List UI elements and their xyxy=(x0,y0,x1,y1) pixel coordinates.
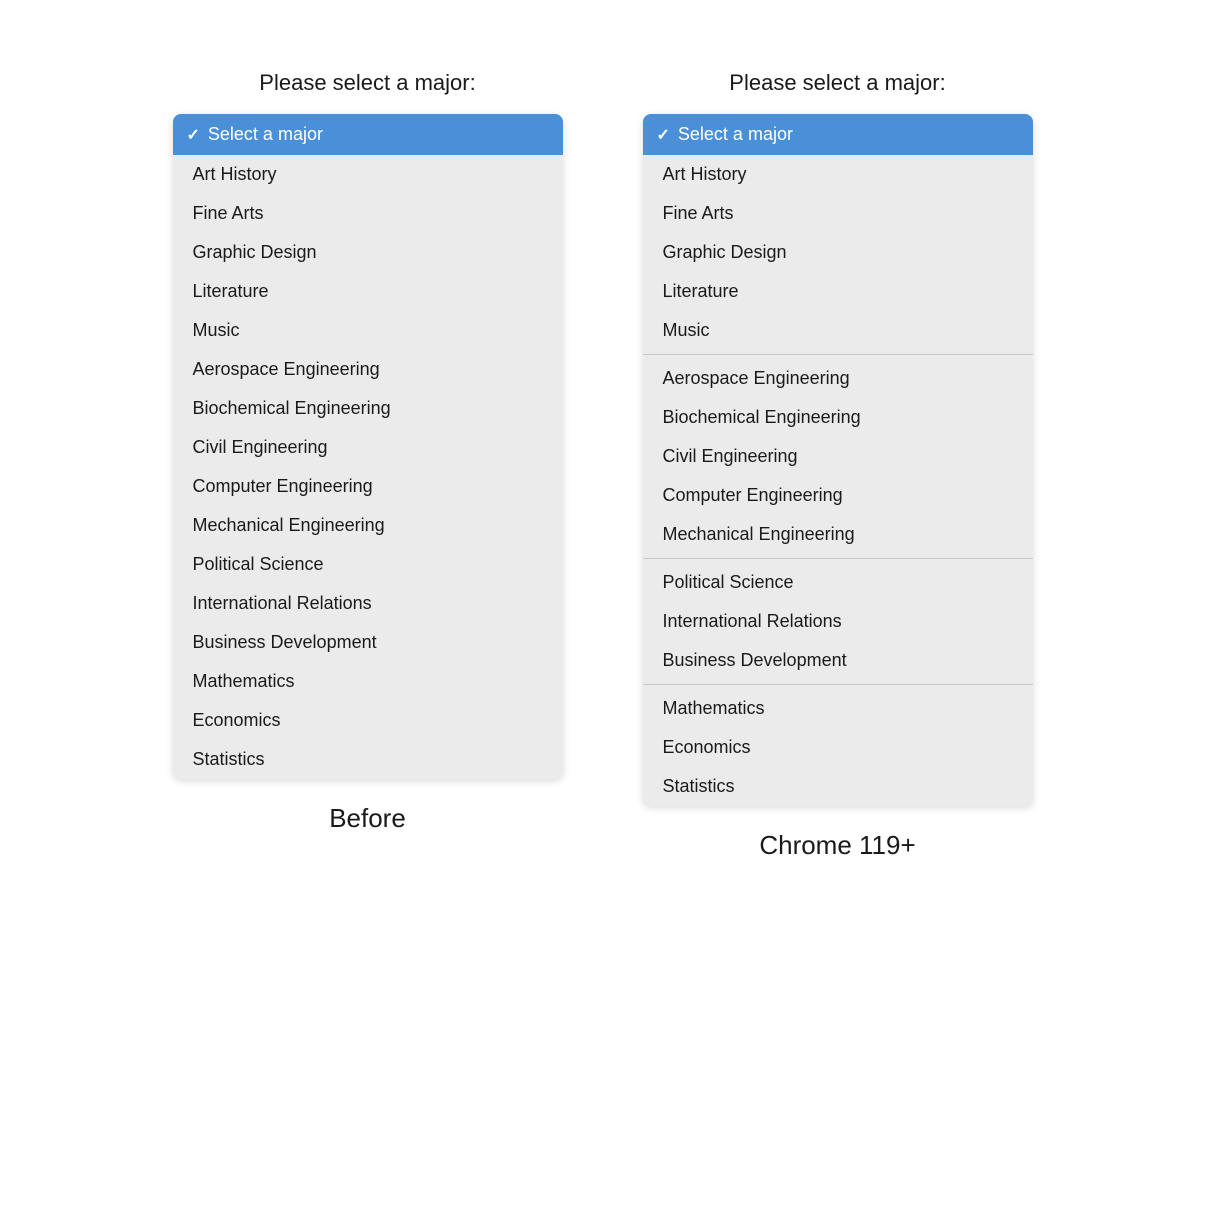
list-item[interactable]: Music xyxy=(643,311,1033,350)
list-item[interactable]: Statistics xyxy=(173,740,563,779)
list-item[interactable]: Graphic Design xyxy=(173,233,563,272)
list-item[interactable]: Music xyxy=(173,311,563,350)
list-item[interactable]: Art History xyxy=(173,155,563,194)
list-item[interactable]: Aerospace Engineering xyxy=(643,359,1033,398)
list-item[interactable]: Mechanical Engineering xyxy=(173,506,563,545)
list-item[interactable]: Mathematics xyxy=(173,662,563,701)
list-item[interactable]: Mathematics xyxy=(643,689,1033,728)
before-footer: Before xyxy=(329,803,406,834)
before-label: Please select a major: xyxy=(259,70,475,96)
list-item[interactable]: Business Development xyxy=(173,623,563,662)
page-container: Please select a major: ✓ Select a major … xyxy=(20,40,1185,861)
before-selected-text: Select a major xyxy=(208,124,323,145)
before-column: Please select a major: ✓ Select a major … xyxy=(173,70,563,834)
list-item[interactable]: Literature xyxy=(173,272,563,311)
list-item[interactable]: Civil Engineering xyxy=(173,428,563,467)
list-item[interactable]: Business Development xyxy=(643,641,1033,680)
group-divider xyxy=(643,684,1033,685)
list-item[interactable]: Aerospace Engineering xyxy=(173,350,563,389)
list-item[interactable]: Art History xyxy=(643,155,1033,194)
list-item[interactable]: Economics xyxy=(643,728,1033,767)
before-dropdown[interactable]: ✓ Select a major Art HistoryFine ArtsGra… xyxy=(173,114,563,779)
after-selected-option[interactable]: ✓ Select a major xyxy=(643,114,1033,155)
list-item[interactable]: Political Science xyxy=(173,545,563,584)
list-item[interactable]: Graphic Design xyxy=(643,233,1033,272)
after-column: Please select a major: ✓ Select a major … xyxy=(643,70,1033,861)
after-selected-text: Select a major xyxy=(678,124,793,145)
list-item[interactable]: Economics xyxy=(173,701,563,740)
list-item[interactable]: Biochemical Engineering xyxy=(643,398,1033,437)
group-divider xyxy=(643,558,1033,559)
list-item[interactable]: Biochemical Engineering xyxy=(173,389,563,428)
before-selected-option[interactable]: ✓ Select a major xyxy=(173,114,563,155)
list-item[interactable]: Political Science xyxy=(643,563,1033,602)
after-label: Please select a major: xyxy=(729,70,945,96)
after-dropdown[interactable]: ✓ Select a major Art HistoryFine ArtsGra… xyxy=(643,114,1033,806)
list-item[interactable]: Literature xyxy=(643,272,1033,311)
before-checkmark-icon: ✓ xyxy=(187,125,200,145)
list-item[interactable]: Mechanical Engineering xyxy=(643,515,1033,554)
after-checkmark-icon: ✓ xyxy=(657,125,670,145)
list-item[interactable]: Civil Engineering xyxy=(643,437,1033,476)
before-dropdown-list: Art HistoryFine ArtsGraphic DesignLitera… xyxy=(173,155,563,779)
list-item[interactable]: Fine Arts xyxy=(173,194,563,233)
list-item[interactable]: International Relations xyxy=(173,584,563,623)
list-item[interactable]: Computer Engineering xyxy=(173,467,563,506)
list-item[interactable]: International Relations xyxy=(643,602,1033,641)
list-item[interactable]: Computer Engineering xyxy=(643,476,1033,515)
list-item[interactable]: Statistics xyxy=(643,767,1033,806)
after-footer: Chrome 119+ xyxy=(759,830,915,861)
after-dropdown-list: Art HistoryFine ArtsGraphic DesignLitera… xyxy=(643,155,1033,806)
group-divider xyxy=(643,354,1033,355)
list-item[interactable]: Fine Arts xyxy=(643,194,1033,233)
